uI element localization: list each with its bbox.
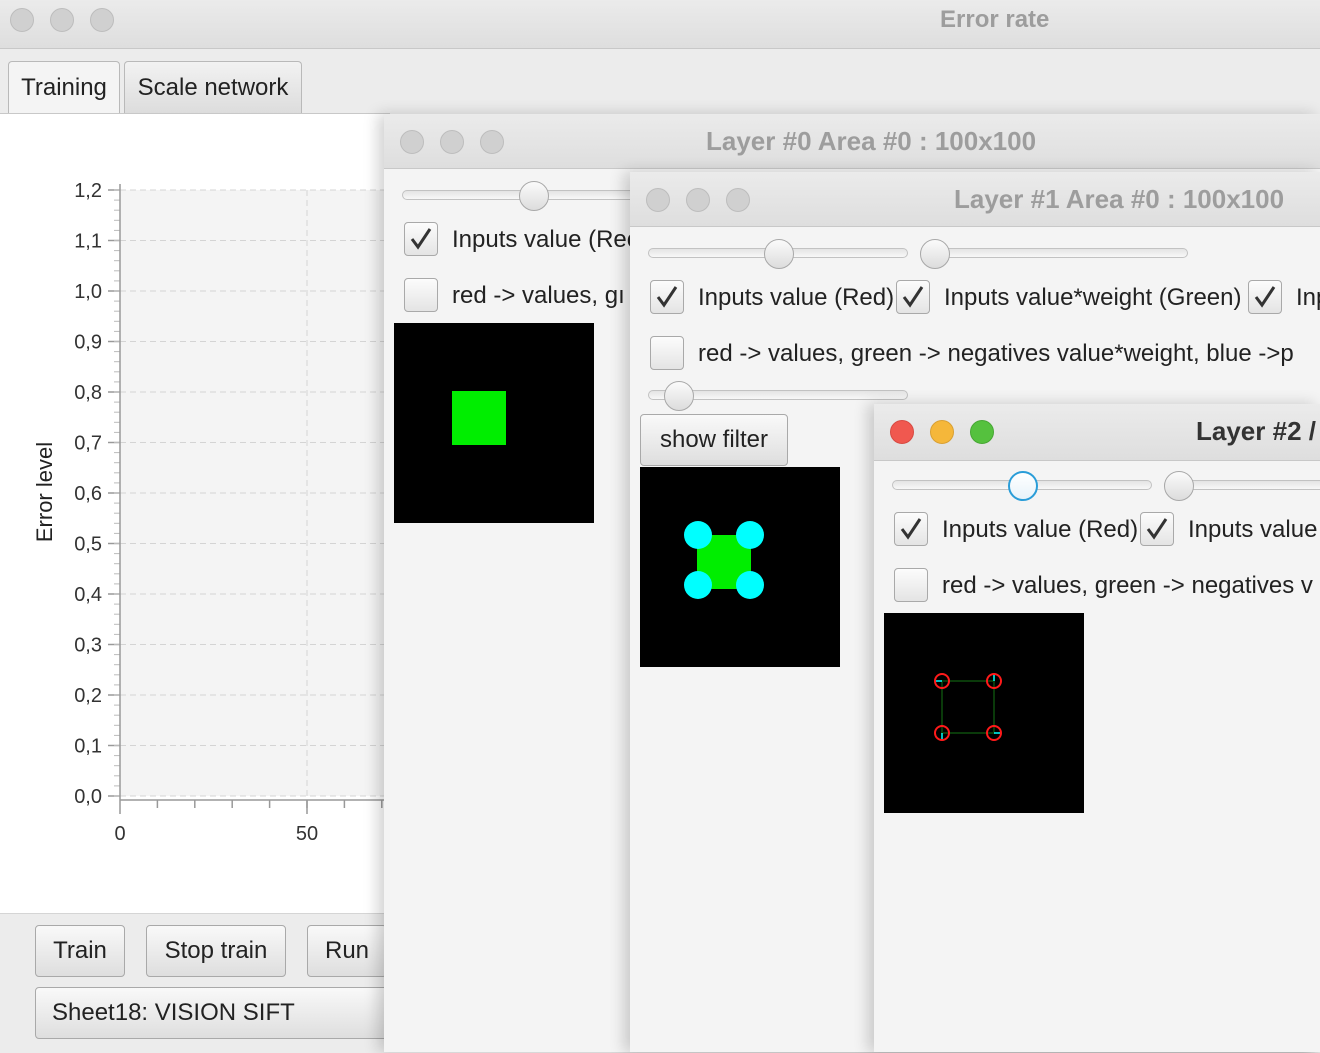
layer0-inputs-label: Inputs value (Rec [452,226,639,253]
tab-training[interactable]: Training [8,61,120,114]
chart-y-tick-label: 1,0 [74,281,102,303]
layer1-slider-b[interactable] [920,248,1188,258]
zoom-icon[interactable] [970,420,994,444]
chart-x-tick-label: 50 [296,823,318,845]
layer0-title: Layer #0 Area #0 : 100x100 [706,126,1037,156]
layer2-inputs-value-checkbox[interactable] [1140,512,1174,546]
layer1-slider-b-thumb[interactable] [920,239,950,269]
chart-y-tick-label: 0,5 [74,534,102,556]
minimize-icon[interactable] [50,8,74,32]
show-filter-button[interactable]: show filter [640,414,788,466]
run-button[interactable]: Run [307,925,387,977]
chart-y-tick-label: 0,4 [74,584,102,606]
layer1-slider-a-thumb[interactable] [764,239,794,269]
sheet-select[interactable]: Sheet18: VISION SIFT [35,987,395,1039]
layer2-legend-checkbox[interactable] [894,568,928,602]
layer0-legend-checkbox[interactable] [404,278,438,312]
layer0-titlebar: Layer #0 Area #0 : 100x100 [384,114,1320,169]
chart-y-tick-label: 0,0 [74,786,102,808]
layer2-title: Layer #2 / [1196,416,1316,446]
layer1-titlebar: Layer #1 Area #0 : 100x100 [630,172,1320,227]
check-icon [656,286,678,308]
layer2-legend-label: red -> values, green -> negatives v [942,572,1313,599]
error-chart: 0,00,10,20,30,40,50,60,70,80,91,01,11,2 … [32,180,390,845]
main-window-title: Error rate [940,6,1050,33]
stop-train-button[interactable]: Stop train [146,925,286,977]
main-titlebar: Error rate [0,0,1320,49]
chart-y-tick-label: 0,6 [74,483,102,505]
train-button[interactable]: Train [35,925,125,977]
layer1-cyan-dot-tl [684,521,712,549]
close-icon[interactable] [10,8,34,32]
layer1-title: Layer #1 Area #0 : 100x100 [954,184,1285,214]
chart-y-tick-label: 0,9 [74,332,102,354]
zoom-icon[interactable] [90,8,114,32]
zoom-icon[interactable] [480,130,504,154]
layer0-legend-label: red -> values, gı [452,282,625,309]
layer1-legend-label: red -> values, green -> negatives value*… [698,340,1294,367]
layer2-inputs-value-label: Inputs value [1188,516,1318,543]
layer0-slider-thumb[interactable] [519,181,549,211]
layer1-inputs-red-checkbox[interactable] [650,280,684,314]
layer0-inputs-checkbox[interactable] [404,222,438,256]
close-icon[interactable] [890,420,914,444]
layer2-window: Layer #2 / Inputs value (Red) Inputs val… [874,404,1320,1052]
tab-scale-network[interactable]: Scale network [124,61,302,114]
layer1-cyan-dot-br [736,571,764,599]
check-icon [1254,286,1276,308]
chart-y-tick-label: 0,1 [74,736,102,758]
chart-y-tick-label: 0,7 [74,433,102,455]
layer0-green-square [452,391,506,445]
layer2-slider-a-thumb[interactable] [1008,471,1038,501]
chart-y-tick-label: 0,2 [74,685,102,707]
layer1-inputs-weight-label: Inputs value*weight (Green) [944,284,1242,311]
layer1-inputs-weight-checkbox[interactable] [896,280,930,314]
layer2-feature-points [934,673,1002,741]
chart-y-tick-label: 1,1 [74,231,102,253]
layer2-slider-b-thumb[interactable] [1164,471,1194,501]
minimize-icon[interactable] [686,188,710,212]
check-icon [410,228,432,250]
chart-y-tick-label: 0,8 [74,382,102,404]
chart-y-tick-labels: 0,0 0,1 0,2 0,3 0,4 0,5 0,6 0,7 0,8 0,9 1,0 1,1 1,2 [74,180,102,808]
check-icon [900,518,922,540]
layer1-inputs-red-label: Inputs value (Red) [698,284,895,311]
layer1-slider-c-thumb[interactable] [664,381,694,411]
chart-y-tick-label: 0,3 [74,635,102,657]
layer2-dark-square [941,680,995,734]
close-icon[interactable] [400,130,424,154]
layer2-inputs-red-checkbox[interactable] [894,512,928,546]
chart-y-tick-label: 1,2 [74,180,102,202]
chart-y-axis-label: Error level [32,442,57,542]
minimize-icon[interactable] [440,130,464,154]
layer1-cyan-dot-tr [736,521,764,549]
layer1-third-label: Inp [1296,284,1320,311]
layer2-inputs-red-label: Inputs value (Red) [942,516,1139,543]
layer0-canvas [394,323,594,523]
layer1-canvas [640,467,840,667]
layer1-third-checkbox[interactable] [1248,280,1282,314]
check-icon [902,286,924,308]
layer1-legend-checkbox[interactable] [650,336,684,370]
layer2-canvas [884,613,1084,813]
layer1-cyan-dot-bl [684,571,712,599]
minimize-icon[interactable] [930,420,954,444]
layer2-titlebar: Layer #2 / [874,404,1320,461]
check-icon [1146,518,1168,540]
chart-x-tick-label: 0 [114,823,125,845]
chart-x-tick-labels: 0 50 [114,823,318,845]
zoom-icon[interactable] [726,188,750,212]
close-icon[interactable] [646,188,670,212]
